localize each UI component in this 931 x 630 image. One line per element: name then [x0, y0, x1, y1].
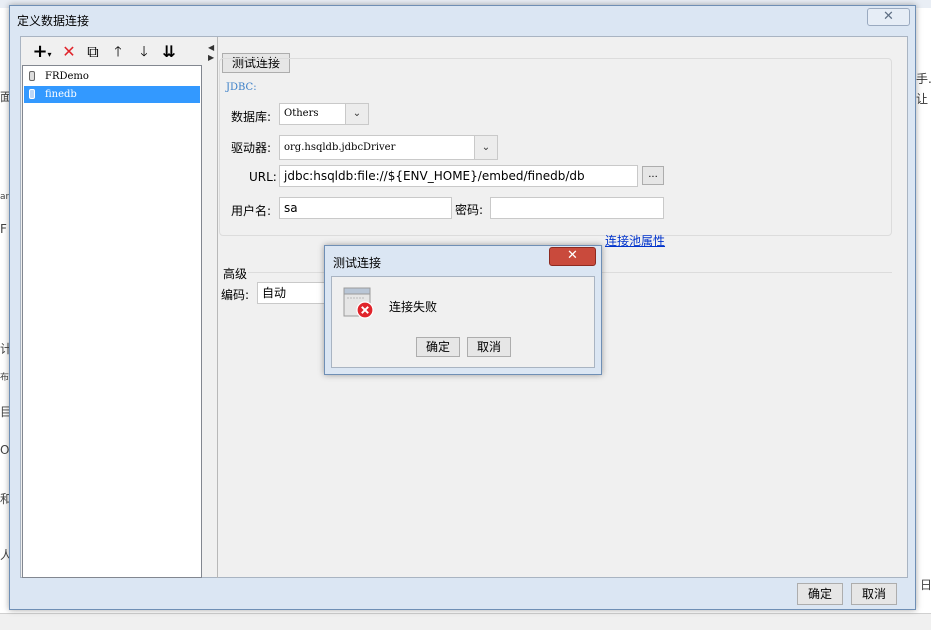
close-icon: ✕: [567, 248, 578, 263]
ok-button[interactable]: 确定: [797, 583, 843, 605]
chevron-down-icon: ⌄: [345, 104, 368, 124]
test-connection-dialog: 测试连接 ✕ 连接失败 确定 取消: [324, 245, 602, 375]
database-select[interactable]: Others ⌄: [279, 103, 369, 125]
chevron-down-icon: ⌄: [474, 136, 497, 159]
move-up-button[interactable]: 🡑: [107, 41, 129, 63]
connection-pool-properties-link[interactable]: 连接池属性: [605, 232, 665, 249]
username-input[interactable]: sa: [279, 197, 452, 219]
background-text: 让: [916, 92, 929, 106]
database-icon: [29, 71, 35, 81]
background-text: 手.: [916, 72, 931, 86]
panel-divider: [217, 37, 218, 578]
background-text: 日: [920, 578, 931, 592]
driver-label: 驱动器:: [231, 141, 272, 155]
message-dialog-title: 测试连接: [333, 256, 382, 270]
database-value: Others: [284, 108, 319, 119]
background-text: F: [0, 222, 7, 236]
dialog-close-button[interactable]: ✕: [867, 8, 910, 26]
collapse-right-icon: ▶: [208, 53, 215, 62]
database-icon: [29, 89, 35, 99]
connection-label: FRDemo: [45, 71, 89, 82]
sort-button[interactable]: ⇊: [158, 41, 180, 63]
close-icon: ✕: [883, 9, 894, 24]
delete-icon: ✕: [62, 42, 76, 61]
copy-connection-button[interactable]: ⧉: [82, 41, 104, 63]
password-label: 密码:: [455, 203, 484, 217]
background-text: 布: [0, 373, 10, 383]
url-input[interactable]: jdbc:hsqldb:file://${ENV_HOME}/embed/fin…: [279, 165, 638, 187]
move-down-button[interactable]: 🡓: [133, 41, 155, 63]
background-taskbar: [0, 613, 931, 630]
connection-label: finedb: [45, 89, 77, 100]
sort-icon: ⇊: [162, 42, 176, 61]
connection-toolbar: +▾ ✕ ⧉ 🡑 🡓 ⇊: [29, 41, 207, 63]
url-browse-button[interactable]: ...: [642, 166, 664, 185]
connection-item-frdemo[interactable]: FRDemo: [24, 68, 200, 85]
delete-connection-button[interactable]: ✕: [58, 41, 80, 63]
jdbc-group-title: JDBC:: [224, 82, 259, 93]
encoding-label: 编码:: [221, 288, 250, 302]
driver-value: org.hsqldb.jdbcDriver: [284, 142, 396, 153]
message-dialog-body: 连接失败 确定 取消: [331, 276, 595, 368]
arrow-up-icon: 🡑: [114, 44, 122, 60]
cancel-button[interactable]: 取消: [851, 583, 897, 605]
plus-icon: +: [32, 41, 48, 62]
panel-splitter[interactable]: ◀ ▶: [207, 37, 216, 578]
dialog-title: 定义数据连接: [17, 14, 90, 28]
advanced-section-title: 高级: [223, 267, 248, 281]
username-label: 用户名:: [231, 204, 272, 218]
database-label: 数据库:: [231, 110, 272, 124]
connection-list: FRDemo finedb: [22, 65, 202, 578]
collapse-left-icon: ◀: [208, 43, 215, 52]
arrow-down-icon: 🡓: [140, 44, 148, 60]
error-icon: [343, 287, 374, 319]
password-input[interactable]: [490, 197, 664, 219]
url-label: URL:: [249, 170, 277, 184]
background-text: ar: [0, 192, 10, 202]
copy-icon: ⧉: [87, 42, 99, 61]
chevron-down-icon: ▾: [47, 50, 52, 59]
message-dialog-close-button[interactable]: ✕: [549, 247, 596, 266]
add-connection-button[interactable]: +▾: [29, 41, 55, 63]
connection-item-finedb[interactable]: finedb: [24, 86, 200, 103]
message-text: 连接失败: [389, 300, 438, 314]
driver-select[interactable]: org.hsqldb.jdbcDriver ⌄: [279, 135, 498, 160]
message-cancel-button[interactable]: 取消: [467, 337, 511, 357]
message-ok-button[interactable]: 确定: [416, 337, 460, 357]
